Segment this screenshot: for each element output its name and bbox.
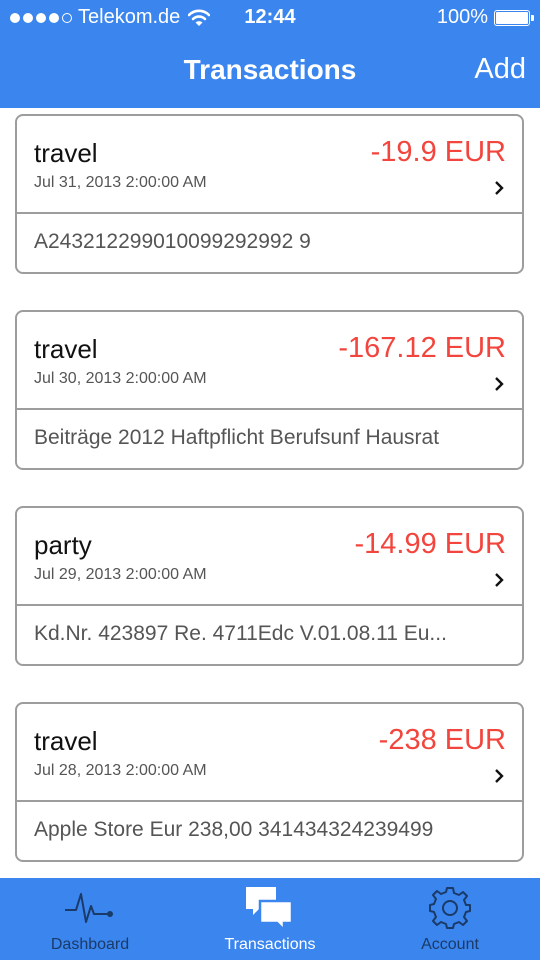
battery-tip — [531, 14, 534, 21]
status-bar: Telekom.de 12:44 100% — [0, 0, 540, 36]
transaction-card[interactable]: travel -167.12 EUR Jul 30, 2013 2:00:00 … — [15, 310, 524, 470]
tab-dashboard[interactable]: Dashboard — [0, 878, 180, 960]
tab-bar: Dashboard Transactions Account — [0, 878, 540, 960]
transaction-amount: -238 EUR — [378, 724, 506, 756]
chevron-right-icon — [495, 181, 504, 195]
transaction-summary: travel -19.9 EUR Jul 31, 2013 2:00:00 AM — [17, 116, 522, 214]
transaction-category: travel — [34, 726, 98, 756]
battery-percent: 100% — [436, 6, 488, 28]
transaction-summary: party -14.99 EUR Jul 29, 2013 2:00:00 AM — [17, 508, 522, 606]
status-right: 100% — [436, 6, 534, 29]
chat-bubbles-icon — [246, 887, 294, 932]
transaction-card[interactable]: travel -19.9 EUR Jul 31, 2013 2:00:00 AM… — [15, 114, 524, 274]
transaction-card[interactable]: party -14.99 EUR Jul 29, 2013 2:00:00 AM… — [15, 506, 524, 666]
battery-icon — [494, 9, 534, 26]
transaction-memo: Beiträge 2012 Haftpflicht Berufsunf Haus… — [34, 426, 440, 449]
tab-label: Transactions — [224, 936, 316, 953]
transaction-date: Jul 30, 2013 2:00:00 AM — [34, 370, 207, 387]
transaction-date: Jul 29, 2013 2:00:00 AM — [34, 566, 207, 583]
transaction-summary: travel -167.12 EUR Jul 30, 2013 2:00:00 … — [17, 312, 522, 410]
tab-account[interactable]: Account — [360, 878, 540, 960]
pulse-icon — [65, 893, 113, 923]
transaction-amount: -14.99 EUR — [354, 528, 506, 560]
tab-label: Account — [421, 936, 479, 953]
transaction-memo: A243212299010099292992 9 — [34, 230, 311, 253]
chevron-right-icon — [495, 573, 504, 587]
battery-fill — [496, 11, 528, 24]
transaction-amount: -167.12 EUR — [338, 332, 506, 364]
add-button[interactable]: Add — [474, 53, 526, 86]
page-title: Transactions — [183, 54, 357, 85]
gear-icon — [429, 887, 471, 929]
nav-header: Telekom.de 12:44 100% Transactions Add — [0, 0, 540, 108]
tab-transactions[interactable]: Transactions — [180, 878, 360, 960]
chevron-right-icon — [495, 377, 504, 391]
transaction-memo: Apple Store Eur 238,00 341434324239499 — [34, 818, 434, 841]
transaction-category: party — [34, 530, 92, 560]
chevron-right-icon — [495, 769, 504, 783]
transaction-amount: -19.9 EUR — [370, 136, 506, 168]
transaction-memo: Kd.Nr. 423897 Re. 4711Edc V.01.08.11 Eu.… — [34, 622, 447, 645]
transaction-category: travel — [34, 334, 98, 364]
transaction-date: Jul 28, 2013 2:00:00 AM — [34, 762, 207, 779]
transaction-card[interactable]: travel -238 EUR Jul 28, 2013 2:00:00 AM … — [15, 702, 524, 862]
transaction-list[interactable]: travel -19.9 EUR Jul 31, 2013 2:00:00 AM… — [0, 108, 540, 878]
transaction-category: travel — [34, 138, 98, 168]
transaction-date: Jul 31, 2013 2:00:00 AM — [34, 174, 207, 191]
transaction-summary: travel -238 EUR Jul 28, 2013 2:00:00 AM — [17, 704, 522, 802]
tab-label: Dashboard — [50, 936, 130, 953]
